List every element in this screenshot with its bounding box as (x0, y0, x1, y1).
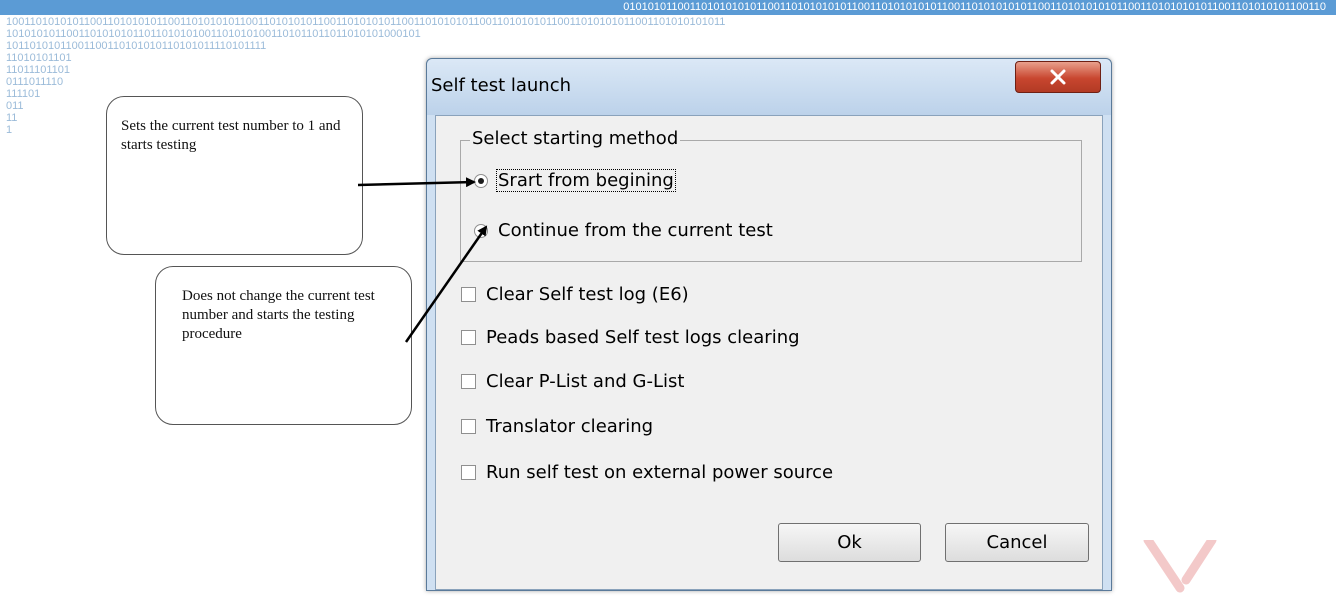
checkbox-label: Peads based Self test logs clearing (486, 327, 800, 348)
group-title: Select starting method (470, 128, 681, 149)
binary-line: 1 (6, 124, 13, 136)
checkbox-external-power[interactable]: Run self test on external power source (461, 462, 833, 483)
binary-line: 11010101101 (6, 52, 72, 64)
callout-continue-current: Does not change the current test number … (155, 266, 412, 425)
checkbox-translator-clearing[interactable]: Translator clearing (461, 416, 653, 437)
binary-line: 111101 (6, 88, 41, 100)
self-test-launch-dialog: Self test launch Select starting method … (426, 58, 1112, 591)
binary-line: 011 (6, 100, 24, 112)
callout-start-from-beginning: Sets the current test number to 1 and st… (106, 96, 363, 255)
binary-line: 1010101011001101010101101101010100110101… (6, 28, 421, 40)
binary-line: 11 (6, 112, 18, 124)
starting-method-group: Select starting method Srart from begini… (460, 128, 1082, 262)
checkbox[interactable] (461, 374, 476, 389)
radio-label: Srart from begining (496, 169, 676, 192)
callout-text: Does not change the current test number … (182, 288, 375, 342)
checkbox-clear-self-test-log[interactable]: Clear Self test log (E6) (461, 284, 689, 305)
top-binary-text: 0101010110011010101010110011010101010110… (623, 1, 1326, 13)
checkbox[interactable] (461, 287, 476, 302)
close-button[interactable] (1015, 61, 1101, 93)
watermark-mark (1143, 540, 1217, 593)
checkbox-label: Clear P-List and G-List (486, 371, 685, 392)
dialog-title: Self test launch (431, 75, 572, 96)
checkbox-clear-p-list-g-list[interactable]: Clear P-List and G-List (461, 371, 684, 392)
checkbox-heads-based-log-clearing[interactable]: Peads based Self test logs clearing (461, 327, 800, 348)
ok-button[interactable]: Ok (778, 523, 921, 562)
checkbox[interactable] (461, 330, 476, 345)
binary-line: 0111011110 (6, 76, 64, 88)
checkbox-label: Run self test on external power source (486, 462, 834, 483)
checkbox-label: Translator clearing (486, 416, 654, 437)
binary-line: 1001101010101100110101010110011010101011… (6, 16, 726, 28)
dialog-titlebar[interactable]: Self test launch (427, 59, 1111, 115)
checkbox-label: Clear Self test log (E6) (486, 284, 689, 305)
callout-text: Sets the current test number to 1 and st… (121, 118, 341, 153)
radio-label: Continue from the current test (498, 220, 773, 241)
cancel-button[interactable]: Cancel (945, 523, 1089, 562)
radio-button-checked[interactable] (474, 173, 488, 188)
radio-continue-current[interactable]: Continue from the current test (474, 220, 773, 241)
binary-line: 11011101101 (6, 64, 71, 76)
close-x-icon (1050, 69, 1066, 85)
radio-start-from-beginning[interactable]: Srart from begining (474, 169, 676, 192)
radio-button[interactable] (474, 223, 488, 238)
top-banner: 0101010110011010101010110011010101010110… (0, 0, 1336, 15)
dialog-client-area: Select starting method Srart from begini… (435, 115, 1103, 590)
checkbox[interactable] (461, 465, 476, 480)
checkbox[interactable] (461, 419, 476, 434)
binary-line: 1011010101100110011010101011010101111010… (6, 40, 267, 52)
